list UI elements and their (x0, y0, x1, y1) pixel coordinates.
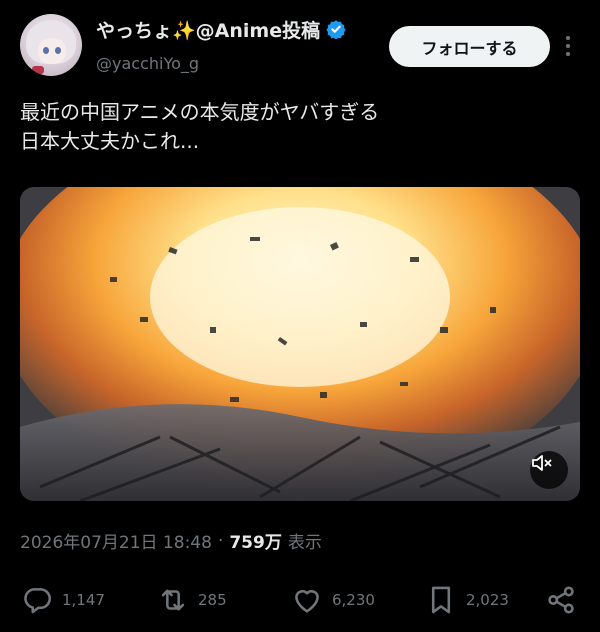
share-button[interactable] (544, 582, 578, 618)
retweet-button[interactable]: 285 (156, 582, 227, 618)
like-icon (295, 590, 319, 613)
bookmark-count: 2,023 (466, 591, 509, 609)
author-avatar[interactable] (20, 14, 82, 76)
video-frame-explosion (20, 187, 580, 501)
reply-count: 1,147 (62, 591, 105, 609)
share-icon (548, 586, 574, 614)
author-display-name[interactable]: やっちょ✨@Anime投稿 (96, 16, 320, 43)
more-icon[interactable] (558, 32, 578, 60)
mute-button[interactable] (530, 451, 568, 489)
view-count-label: 表示 (287, 533, 322, 553)
meta-separator: · (217, 530, 224, 551)
like-button[interactable]: 6,230 (290, 582, 375, 618)
view-count: 759万 (229, 533, 282, 553)
author-name-row: やっちょ✨@Anime投稿 (96, 14, 346, 44)
action-bar: 1,147 285 6,230 2,023 (20, 582, 580, 618)
reply-button[interactable]: 1,147 (20, 582, 105, 618)
follow-button[interactable]: フォローする (389, 26, 550, 67)
bookmark-icon (431, 586, 451, 614)
tweet-timestamp[interactable]: 2026年07月21日 18:48 (20, 528, 212, 553)
like-count: 6,230 (332, 591, 375, 609)
bookmark-button[interactable]: 2,023 (424, 582, 509, 618)
verified-icon (326, 20, 346, 39)
retweet-count: 285 (198, 591, 227, 609)
mute-icon (532, 455, 552, 471)
tweet-text: 最近の中国アニメの本気度がヤバすぎる 日本大丈夫かこれ... (20, 100, 380, 153)
reply-icon (24, 588, 52, 614)
tweet-video[interactable] (20, 187, 580, 501)
tweet-meta: 2026年07月21日 18:48 · 759万 表示 (20, 528, 322, 554)
retweet-icon (161, 589, 185, 611)
author-handle[interactable]: @yacchiYo_g (96, 54, 199, 73)
